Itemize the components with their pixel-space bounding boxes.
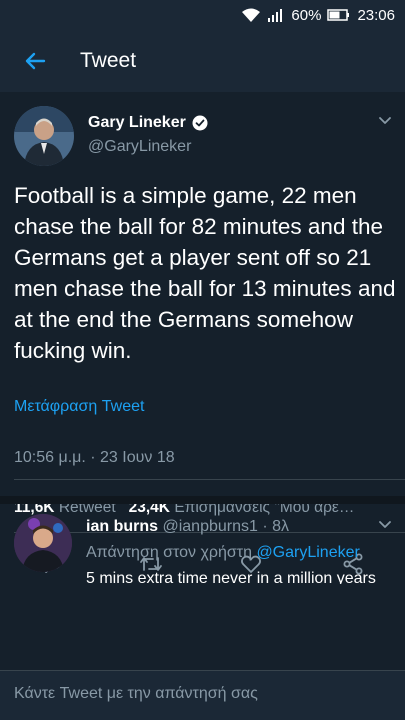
author-name-text: Gary Lineker (88, 114, 186, 131)
chevron-down-icon (379, 521, 391, 528)
divider (14, 479, 405, 480)
tweet: Gary Lineker @GaryLineker Football is a … (0, 92, 405, 575)
reply-menu-button[interactable] (377, 516, 393, 537)
battery-icon (327, 8, 351, 22)
app-bar: Tweet (0, 30, 405, 92)
reply-to-prefix: Απάντηση στον χρήστη (86, 544, 252, 561)
reply-compose-input[interactable]: Κάντε Tweet με την απάντησή σας (14, 685, 258, 703)
reply-header: ian burns @ianpburns1 · 8λ (86, 518, 289, 536)
section-separator (0, 496, 405, 504)
tweet-menu-button[interactable] (377, 112, 393, 133)
tweet-author: Gary Lineker @GaryLineker (0, 92, 405, 172)
back-button[interactable] (0, 30, 70, 92)
status-bar: 60% 23:06 (0, 0, 405, 30)
chevron-down-icon (379, 117, 391, 124)
author-name[interactable]: Gary Lineker (88, 114, 208, 132)
signal-icon (267, 7, 285, 23)
clock: 23:06 (357, 6, 395, 24)
translate-tweet-link[interactable]: Μετάφραση Tweet (14, 398, 144, 416)
tweet-timestamp: 10:56 μ.μ. · 23 Ιουν 18 (14, 449, 175, 466)
author-handle[interactable]: @GaryLineker (88, 138, 191, 156)
tweet-text: Football is a simple game, 22 men chase … (14, 183, 396, 363)
reply-compose-bar[interactable]: Κάντε Tweet με την απάντησή σας (0, 670, 405, 720)
reply-handle-time: @ianpburns1 · 8λ (162, 518, 289, 535)
reply-to-line: Απάντηση στον χρήστη @GaryLineker (86, 544, 360, 562)
reply-tweet[interactable]: ian burns @ianpburns1 · 8λ Απάντηση στον… (0, 504, 405, 670)
reply-to-mention[interactable]: @GaryLineker (256, 544, 359, 561)
page-title: Tweet (80, 49, 137, 72)
verified-badge-icon (192, 115, 208, 131)
reply-text: 5 mins extra time never in a million yea… (86, 570, 376, 584)
battery-percent: 60% (291, 6, 322, 24)
reply-avatar[interactable] (14, 514, 72, 572)
wifi-icon (241, 7, 261, 23)
back-arrow-icon (25, 52, 46, 70)
reply-author-name[interactable]: ian burns (86, 518, 158, 535)
author-avatar[interactable] (14, 106, 74, 166)
